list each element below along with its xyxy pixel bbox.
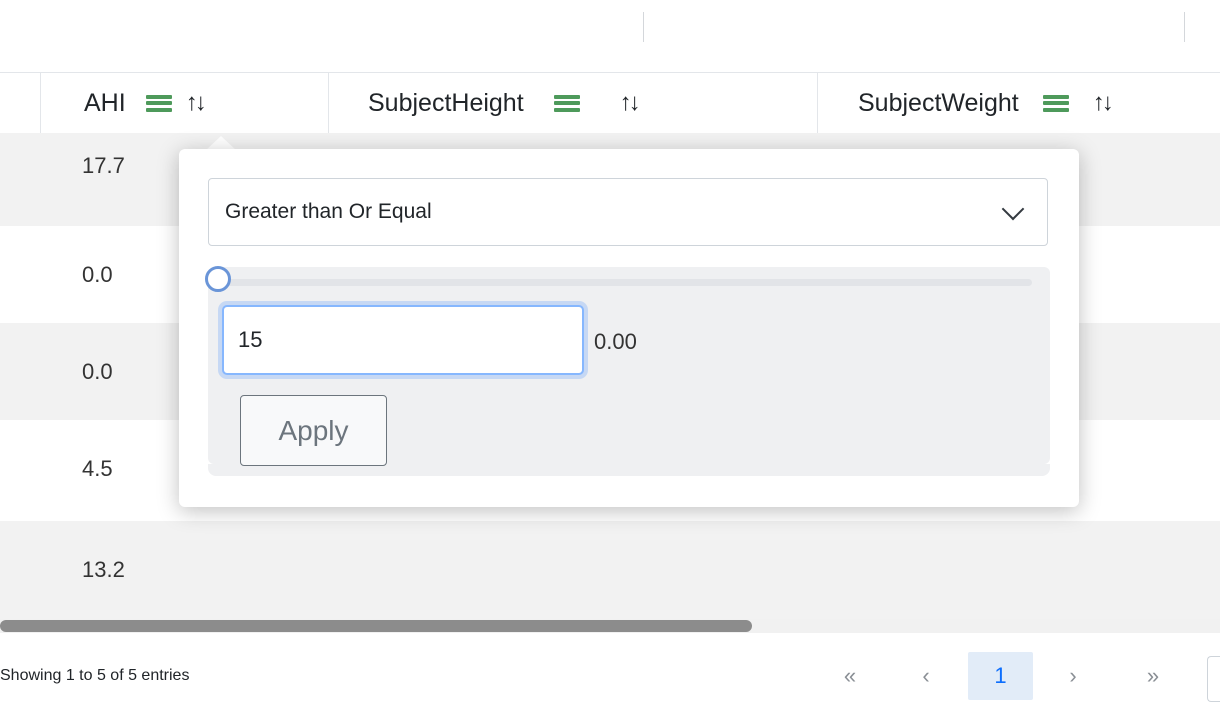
sort-icon[interactable]: ↑↓ — [620, 89, 641, 117]
range-value-label: 0.00 — [594, 329, 637, 354]
range-slider-track[interactable] — [219, 279, 1032, 286]
pagination-info: Showing 1 to 5 of 5 entries — [0, 667, 190, 684]
ahi-cell: 0.0 — [82, 358, 113, 384]
first-page-icon[interactable]: « — [835, 652, 865, 700]
column-separator — [817, 73, 818, 133]
menu-icon[interactable] — [1042, 94, 1069, 112]
ahi-cell: 13.2 — [82, 557, 125, 582]
top-divider — [643, 12, 644, 42]
range-slider-thumb[interactable] — [205, 266, 231, 292]
table-header: AHI ↑↓ SubjectHeight ↑↓ SubjectWeight ↑↓ — [0, 72, 1220, 134]
horizontal-scrollbar[interactable] — [0, 619, 1220, 633]
page-1-button[interactable]: 1 — [968, 652, 1033, 700]
menu-icon[interactable] — [145, 94, 172, 112]
column-header-subjectweight: SubjectWeight ↑↓ — [858, 73, 1114, 133]
ahi-cell: 17.7 — [82, 152, 125, 178]
column-header-label: SubjectHeight — [368, 88, 524, 117]
table-row: 13.2 — [0, 521, 1220, 619]
next-page-icon[interactable]: › — [1058, 652, 1088, 700]
popover-arrow — [206, 136, 236, 150]
scrollbar-thumb[interactable] — [0, 620, 752, 632]
ahi-cell: 4.5 — [82, 455, 113, 481]
column-separator — [328, 73, 329, 133]
top-divider — [1184, 12, 1185, 42]
sort-icon[interactable]: ↑↓ — [1093, 89, 1114, 117]
sort-icon[interactable]: ↑↓ — [186, 89, 207, 117]
chevron-down-icon — [1001, 197, 1025, 221]
prev-page-icon[interactable]: ‹ — [911, 652, 941, 700]
column-header-label: SubjectWeight — [858, 88, 1019, 117]
apply-button[interactable]: Apply — [240, 395, 387, 466]
column-header-label: AHI — [84, 88, 126, 117]
ahi-cell: 0.0 — [82, 261, 113, 287]
top-strip — [0, 0, 1220, 70]
operator-select-value: Greater than Or Equal — [225, 200, 432, 223]
page-size-select[interactable] — [1207, 656, 1220, 702]
column-separator — [40, 73, 41, 133]
last-page-icon[interactable]: » — [1138, 652, 1168, 700]
column-header-subjectheight: SubjectHeight ↑↓ — [368, 73, 641, 133]
filter-popover: Greater than Or Equal 0.00 Apply — [179, 149, 1079, 507]
menu-icon[interactable] — [553, 94, 580, 112]
filter-value-input[interactable] — [222, 305, 584, 375]
operator-select[interactable]: Greater than Or Equal — [208, 178, 1048, 246]
